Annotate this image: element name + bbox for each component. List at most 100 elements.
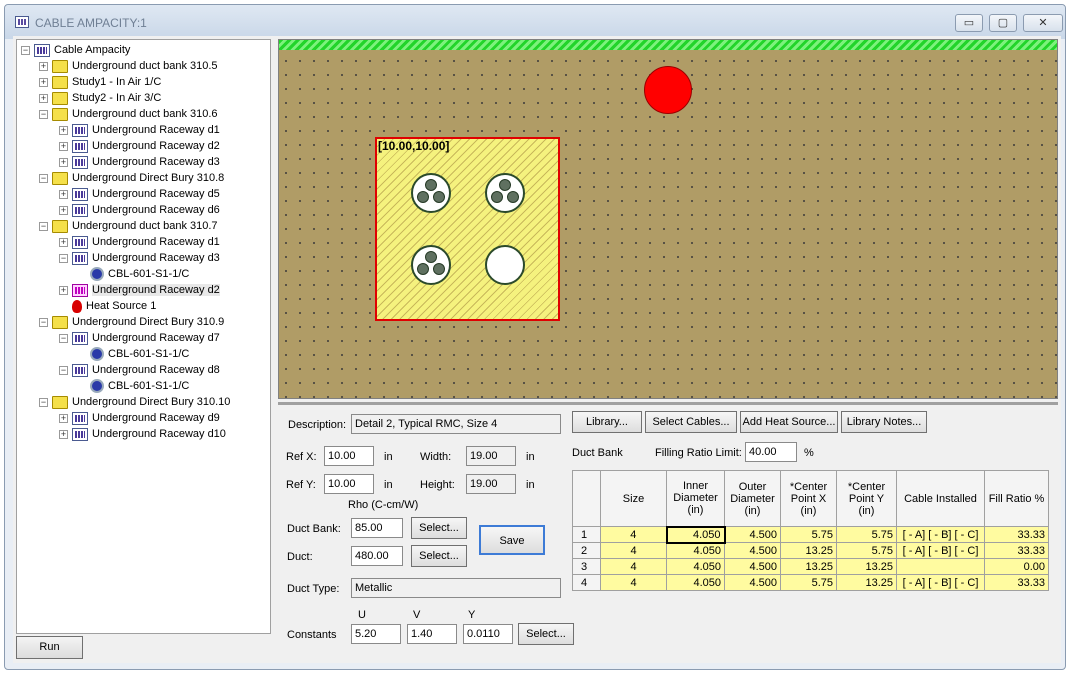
filling-ratio-input[interactable]: 40.00: [745, 442, 797, 462]
tree-item[interactable]: − Underground Direct Bury 310.10: [39, 394, 230, 410]
duct-3[interactable]: [485, 245, 525, 285]
expand-icon[interactable]: +: [39, 61, 48, 71]
tree-item[interactable]: + Underground Raceway d1: [59, 234, 220, 250]
height-field[interactable]: 19.00: [466, 474, 516, 494]
expand-icon[interactable]: +: [59, 157, 68, 167]
tree-item[interactable]: + Underground Raceway d10: [59, 426, 226, 442]
cell-outer-diameter[interactable]: 4.500: [724, 526, 781, 543]
expand-icon[interactable]: +: [59, 237, 68, 247]
select-cables-button[interactable]: Select Cables...: [645, 411, 737, 433]
tree-item[interactable]: − Underground Direct Bury 310.8: [39, 170, 224, 186]
tree-item[interactable]: + Study2 - In Air 3/C: [39, 90, 161, 106]
ref-y-input[interactable]: 10.00: [324, 474, 374, 494]
collapse-icon[interactable]: −: [39, 317, 48, 327]
ref-x-input[interactable]: 10.00: [324, 446, 374, 466]
cell-size[interactable]: 4: [600, 574, 667, 591]
duct-2[interactable]: [485, 173, 525, 213]
cell-center-y[interactable]: 5.75: [836, 542, 897, 559]
cell-size[interactable]: 4: [600, 526, 667, 543]
cell-cable-installed[interactable]: [ - A] [ - B] [ - C]: [896, 574, 985, 591]
tree-item[interactable]: + Underground Raceway d2: [59, 282, 220, 298]
col-inner-diameter[interactable]: Inner Diameter (in): [666, 470, 725, 527]
col-size[interactable]: Size: [600, 470, 667, 527]
width-field[interactable]: 19.00: [466, 446, 516, 466]
cell-center-x[interactable]: 13.25: [780, 558, 837, 575]
maximize-button[interactable]: ▢: [989, 14, 1017, 32]
duct-bank-rho-input[interactable]: 85.00: [351, 518, 403, 538]
cell-cable-installed[interactable]: [ - A] [ - B] [ - C]: [896, 542, 985, 559]
table-row[interactable]: 3 4 4.050 4.500 13.25 13.25 0.00: [572, 558, 1049, 575]
cell-inner-diameter[interactable]: 4.050: [666, 542, 725, 559]
duct-table[interactable]: Size Inner Diameter (in) Outer Diameter …: [572, 470, 1049, 591]
tree-item[interactable]: + Underground Raceway d2: [59, 138, 220, 154]
duct-bank-select-button[interactable]: Select...: [411, 517, 467, 539]
minimize-button[interactable]: ▭: [955, 14, 983, 32]
add-heat-source-button[interactable]: Add Heat Source...: [740, 411, 838, 433]
close-button[interactable]: ✕: [1023, 14, 1063, 32]
collapse-icon[interactable]: −: [59, 333, 68, 343]
cell-center-x[interactable]: 5.75: [780, 574, 837, 591]
layout-canvas[interactable]: [10.00,10.00]: [278, 39, 1058, 399]
tree-item[interactable]: + Underground Raceway d1: [59, 122, 220, 138]
collapse-icon[interactable]: −: [59, 253, 68, 263]
library-notes-button[interactable]: Library Notes...: [841, 411, 927, 433]
cell-fill-ratio[interactable]: 33.33: [984, 526, 1049, 543]
col-outer-diameter[interactable]: Outer Diameter (in): [724, 470, 781, 527]
u-input[interactable]: 5.20: [351, 624, 401, 644]
pane-splitter[interactable]: [278, 402, 1058, 405]
expand-icon[interactable]: +: [39, 77, 48, 87]
cell-center-x[interactable]: 5.75: [780, 526, 837, 543]
col-center-y[interactable]: *Center Point Y (in): [836, 470, 897, 527]
cell-center-y[interactable]: 5.75: [836, 526, 897, 543]
tree-item[interactable]: + Underground Raceway d3: [59, 154, 220, 170]
tree-item[interactable]: + Underground duct bank 310.5: [39, 58, 218, 74]
collapse-icon[interactable]: −: [59, 365, 68, 375]
cell-center-x[interactable]: 13.25: [780, 542, 837, 559]
collapse-icon[interactable]: −: [39, 221, 48, 231]
expand-icon[interactable]: +: [59, 189, 68, 199]
tree-root[interactable]: − Cable Ampacity: [21, 42, 130, 58]
tree-item[interactable]: − Underground Raceway d7: [59, 330, 220, 346]
cell-size[interactable]: 4: [600, 558, 667, 575]
constants-select-button[interactable]: Select...: [518, 623, 574, 645]
col-cable-installed[interactable]: Cable Installed: [896, 470, 985, 527]
v-input[interactable]: 1.40: [407, 624, 457, 644]
cell-fill-ratio[interactable]: 33.33: [984, 542, 1049, 559]
table-row[interactable]: 4 4 4.050 4.500 5.75 13.25[ - A] [ - B] [ - C…: [572, 574, 1049, 591]
collapse-icon[interactable]: −: [39, 109, 48, 119]
collapse-icon[interactable]: −: [39, 397, 48, 407]
duct-bank[interactable]: [10.00,10.00]: [375, 137, 560, 321]
duct-type-field[interactable]: Metallic: [351, 578, 561, 598]
col-fill-ratio[interactable]: Fill Ratio %: [984, 470, 1049, 527]
heat-source-marker[interactable]: [644, 66, 692, 114]
cell-fill-ratio[interactable]: 0.00: [984, 558, 1049, 575]
table-row[interactable]: 1 4 4.050 4.500 5.75 5.75[ - A] [ - B] [ - C]…: [572, 525, 1049, 544]
cell-cable-installed[interactable]: [896, 558, 985, 575]
cell-center-y[interactable]: 13.25: [836, 558, 897, 575]
tree-item[interactable]: + Underground Raceway d5: [59, 186, 220, 202]
tree-item[interactable]: − Underground Raceway d3: [59, 250, 220, 266]
table-row[interactable]: 2 4 4.050 4.500 13.25 5.75[ - A] [ - B] [ - C…: [572, 542, 1049, 559]
cell-outer-diameter[interactable]: 4.500: [724, 542, 781, 559]
duct-4[interactable]: [411, 245, 451, 285]
expand-icon[interactable]: +: [39, 93, 48, 103]
tree-item[interactable]: CBL-601-S1-1/C: [77, 346, 189, 362]
tree-item[interactable]: CBL-601-S1-1/C: [77, 378, 189, 394]
duct-select-button[interactable]: Select...: [411, 545, 467, 567]
tree-item[interactable]: + Underground Raceway d6: [59, 202, 220, 218]
cell-fill-ratio[interactable]: 33.33: [984, 574, 1049, 591]
cell-inner-diameter[interactable]: 4.050: [665, 525, 726, 544]
cell-size[interactable]: 4: [600, 542, 667, 559]
cell-outer-diameter[interactable]: 4.500: [724, 574, 781, 591]
cell-cable-installed[interactable]: [ - A] [ - B] [ - C]: [896, 526, 985, 543]
collapse-icon[interactable]: −: [39, 173, 48, 183]
col-center-x[interactable]: *Center Point X (in): [780, 470, 837, 527]
library-button[interactable]: Library...: [572, 411, 642, 433]
expand-icon[interactable]: +: [59, 141, 68, 151]
expand-icon[interactable]: +: [59, 205, 68, 215]
tree-item[interactable]: CBL-601-S1-1/C: [77, 266, 189, 282]
expand-icon[interactable]: +: [59, 285, 68, 295]
tree-item[interactable]: + Underground Raceway d9: [59, 410, 220, 426]
tree-item[interactable]: Heat Source 1: [59, 298, 156, 314]
tree-item[interactable]: − Underground Raceway d8: [59, 362, 220, 378]
